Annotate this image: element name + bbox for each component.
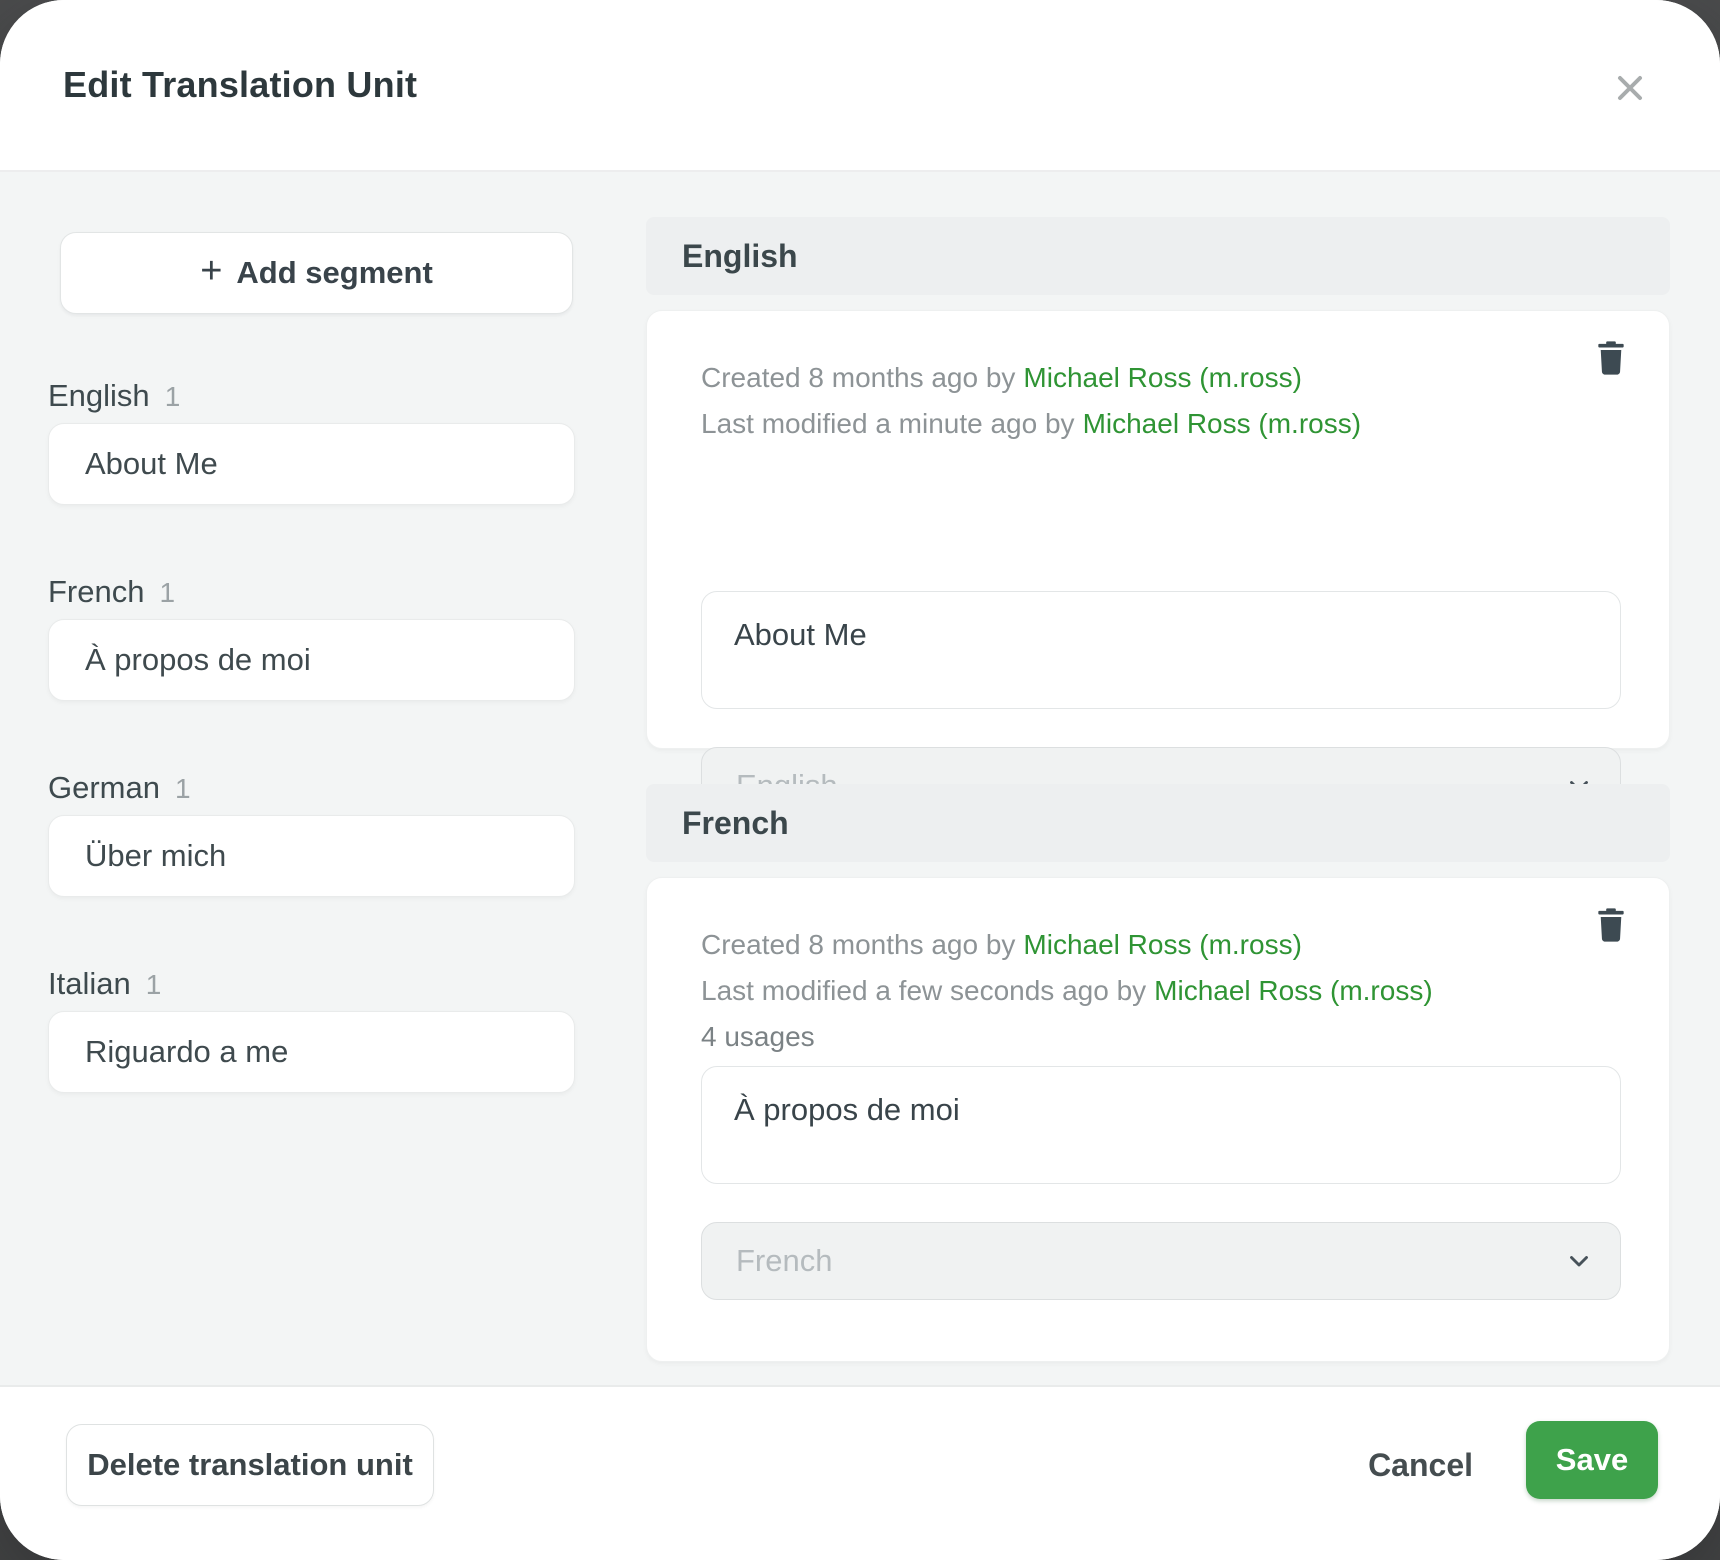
segment-text-input[interactable]: À propos de moi: [701, 1066, 1621, 1184]
segment-value: About Me: [85, 446, 218, 482]
trash-icon: [1595, 906, 1627, 944]
plus-icon: +: [200, 252, 222, 290]
segment-metadata: Created 8 months ago by Michael Ross (m.r…: [701, 922, 1559, 1060]
delete-translation-unit-button[interactable]: Delete translation unit: [66, 1424, 434, 1506]
sidebar-segment-italian[interactable]: Riguardo a me: [48, 1011, 575, 1093]
modified-user: Michael Ross (m.ross): [1083, 408, 1361, 439]
dialog-header: Edit Translation Unit: [0, 0, 1720, 172]
chevron-down-icon: [1564, 1246, 1594, 1276]
created-prefix: Created 8 months ago by: [701, 929, 1015, 960]
close-button[interactable]: [1608, 66, 1652, 110]
close-icon: [1610, 68, 1650, 108]
segment-count-badge: 1: [159, 577, 175, 609]
sidebar-segment-english[interactable]: About Me: [48, 423, 575, 505]
modified-prefix: Last modified a minute ago by: [701, 408, 1075, 439]
segment-editor-french: Created 8 months ago by Michael Ross (m.r…: [646, 877, 1670, 1362]
section-header-french: French: [646, 784, 1670, 862]
edit-translation-unit-dialog: Edit Translation Unit + Add segment Engl…: [0, 0, 1720, 1560]
segment-value: Über mich: [85, 838, 226, 874]
trash-icon: [1595, 339, 1627, 377]
modified-user: Michael Ross (m.ross): [1154, 975, 1432, 1006]
section-title: English: [682, 238, 798, 275]
segment-value: À propos de moi: [85, 642, 311, 678]
section-header-english: English: [646, 217, 1670, 295]
segment-value: Riguardo a me: [85, 1034, 288, 1070]
created-line: Created 8 months ago by Michael Ross (m.r…: [701, 355, 1559, 401]
language-name: German: [48, 770, 160, 806]
usages-count: 4 usages: [701, 1014, 1559, 1060]
dialog-body: + Add segment English 1 About Me French …: [0, 172, 1720, 1385]
language-name: French: [48, 574, 144, 610]
language-name: Italian: [48, 966, 131, 1002]
modified-line: Last modified a minute ago by Michael Ros…: [701, 401, 1559, 447]
dialog-title: Edit Translation Unit: [63, 64, 417, 106]
segment-count-badge: 1: [146, 969, 162, 1001]
add-segment-button[interactable]: + Add segment: [60, 232, 573, 314]
cancel-button[interactable]: Cancel: [1368, 1439, 1473, 1491]
sidebar-segment-german[interactable]: Über mich: [48, 815, 575, 897]
sidebar-language-label-german: German 1: [48, 770, 191, 810]
segment-metadata: Created 8 months ago by Michael Ross (m.r…: [701, 355, 1559, 447]
created-user: Michael Ross (m.ross): [1023, 929, 1301, 960]
dialog-footer: Delete translation unit Cancel Save: [0, 1385, 1720, 1560]
language-select-value: French: [736, 1243, 832, 1279]
language-name: English: [48, 378, 150, 414]
segment-editor-english: Created 8 months ago by Michael Ross (m.r…: [646, 310, 1670, 749]
add-segment-label: Add segment: [236, 255, 432, 291]
segment-count-badge: 1: [165, 381, 181, 413]
sidebar-segment-french[interactable]: À propos de moi: [48, 619, 575, 701]
created-user: Michael Ross (m.ross): [1023, 362, 1301, 393]
segment-count-badge: 1: [175, 773, 191, 805]
section-title: French: [682, 805, 789, 842]
modified-line: Last modified a few seconds ago by Michae…: [701, 968, 1559, 1014]
sidebar-language-label-french: French 1: [48, 574, 175, 614]
sidebar-language-label-english: English 1: [48, 378, 180, 418]
sidebar-language-label-italian: Italian 1: [48, 966, 161, 1006]
delete-segment-button[interactable]: [1591, 906, 1631, 952]
modified-prefix: Last modified a few seconds ago by: [701, 975, 1146, 1006]
segment-text-input[interactable]: About Me: [701, 591, 1621, 709]
save-button[interactable]: Save: [1526, 1421, 1658, 1499]
language-select[interactable]: French: [701, 1222, 1621, 1300]
created-prefix: Created 8 months ago by: [701, 362, 1015, 393]
created-line: Created 8 months ago by Michael Ross (m.r…: [701, 922, 1559, 968]
delete-segment-button[interactable]: [1591, 339, 1631, 385]
